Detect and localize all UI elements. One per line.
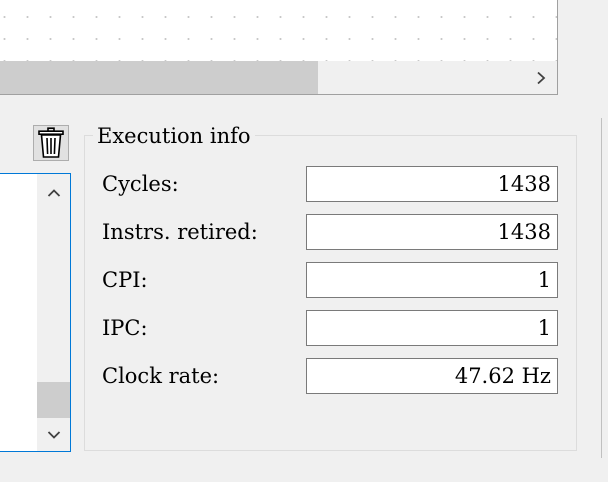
vertical-scrollbar[interactable] xyxy=(37,174,70,451)
output-list[interactable] xyxy=(0,173,71,452)
cycles-label: Cycles: xyxy=(102,172,179,196)
dot-grid-canvas[interactable] xyxy=(0,0,557,61)
cpi-label: CPI: xyxy=(102,268,148,292)
horizontal-scroll-thumb[interactable] xyxy=(0,61,318,94)
panel-divider xyxy=(601,118,602,458)
chevron-right-icon xyxy=(537,71,546,85)
scroll-up-button[interactable] xyxy=(37,180,70,206)
horizontal-scrollbar[interactable] xyxy=(0,61,557,94)
chevron-up-icon xyxy=(47,189,60,197)
instrs-retired-label: Instrs. retired: xyxy=(102,220,258,244)
canvas-pane xyxy=(0,0,558,95)
scroll-down-button[interactable] xyxy=(37,422,70,448)
cpi-field[interactable]: 1 xyxy=(306,262,558,298)
scroll-right-button[interactable] xyxy=(530,65,552,91)
execution-info-title: Execution info xyxy=(93,123,255,149)
clock-rate-label: Clock rate: xyxy=(102,364,220,388)
clock-rate-field[interactable]: 47.62 Hz xyxy=(306,358,558,394)
cycles-field[interactable]: 1438 xyxy=(306,166,558,202)
trash-icon xyxy=(38,127,64,158)
ipc-label: IPC: xyxy=(102,316,148,340)
clear-button[interactable] xyxy=(33,125,69,161)
instrs-retired-field[interactable]: 1438 xyxy=(306,214,558,250)
ipc-field[interactable]: 1 xyxy=(306,310,558,346)
chevron-down-icon xyxy=(47,431,60,439)
vertical-scroll-thumb[interactable] xyxy=(37,382,70,418)
